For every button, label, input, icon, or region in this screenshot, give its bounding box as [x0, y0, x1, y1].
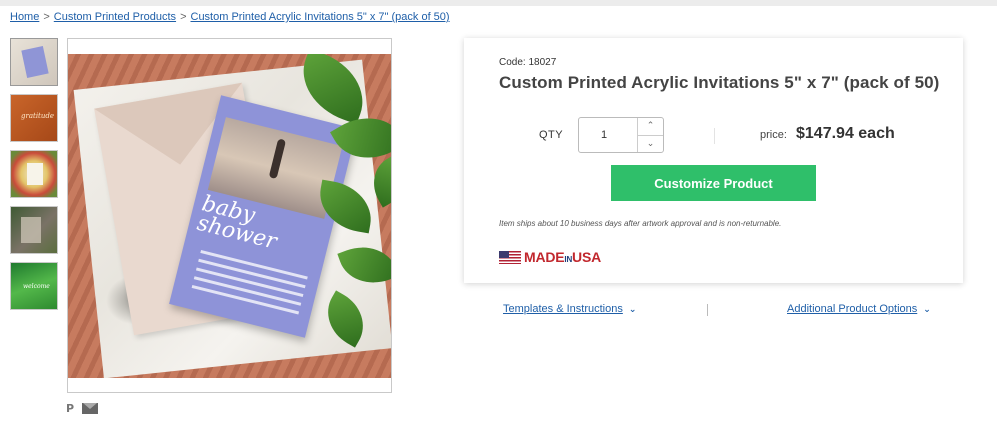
breadcrumb-current[interactable]: Custom Printed Acrylic Invitations 5" x …: [191, 11, 450, 23]
share-bar: P: [66, 402, 99, 415]
top-bar: [0, 0, 997, 6]
thumbnail-invite: [21, 217, 41, 243]
thumbnail-3[interactable]: [10, 150, 58, 198]
chevron-down-icon[interactable]: ⌄: [638, 136, 663, 153]
customize-product-button[interactable]: Customize Product: [611, 165, 816, 201]
us-flag-icon: [499, 250, 521, 264]
thumbnail-2[interactable]: gratitude: [10, 94, 58, 142]
thumbnail-4[interactable]: [10, 206, 58, 254]
breadcrumb: Home > Custom Printed Products > Custom Prin…: [10, 11, 450, 23]
thumbnail-script: gratitude: [21, 112, 54, 120]
thumbnail-invite: [21, 46, 49, 78]
divider: [714, 128, 715, 144]
thumbnail-1[interactable]: [10, 38, 58, 86]
thumbnail-script: welcome: [23, 283, 50, 290]
product-code: Code: 18027: [499, 57, 557, 68]
chevron-down-icon: ⌄: [923, 305, 931, 315]
quantity-stepper: 1 ⌃ ⌄: [578, 117, 664, 153]
chevron-down-icon: ⌄: [628, 305, 637, 315]
breadcrumb-category[interactable]: Custom Printed Products: [54, 11, 176, 23]
divider: [707, 304, 708, 316]
thumbnail-5[interactable]: welcome: [10, 262, 58, 310]
templates-instructions-link[interactable]: Templates & Instructions ⌄: [503, 303, 636, 315]
thumbnail-list: gratitude welcome: [10, 38, 60, 318]
shipping-note: Item ships about 10 business days after …: [499, 219, 782, 228]
quantity-input[interactable]: 1: [579, 118, 637, 152]
product-photo: baby shower: [68, 54, 391, 378]
breadcrumb-separator: >: [43, 11, 50, 23]
email-icon[interactable]: [82, 403, 99, 414]
product-title: Custom Printed Acrylic Invitations 5" x …: [499, 73, 940, 92]
price-label: price:: [760, 129, 787, 141]
product-links: Templates & Instructions ⌄ Additional Pro…: [464, 303, 963, 323]
price-value: $147.94 each: [796, 125, 895, 142]
breadcrumb-home[interactable]: Home: [10, 11, 39, 23]
main-product-image[interactable]: baby shower: [67, 38, 392, 393]
additional-options-link[interactable]: Additional Product Options ⌄: [787, 303, 931, 315]
pinterest-icon[interactable]: P: [66, 402, 74, 415]
made-in-usa-badge: MADEINUSA: [499, 249, 601, 265]
qty-label: QTY: [539, 129, 564, 141]
chevron-up-icon[interactable]: ⌃: [638, 118, 663, 136]
thumbnail-invite: [27, 163, 43, 185]
product-panel: Code: 18027 Custom Printed Acrylic Invit…: [464, 38, 963, 283]
breadcrumb-separator: >: [180, 11, 187, 23]
